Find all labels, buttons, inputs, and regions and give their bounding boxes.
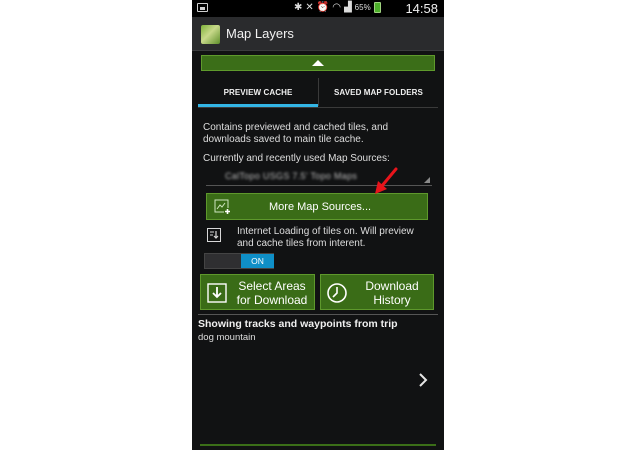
mute-icon: ✕ <box>305 2 314 13</box>
tab-bar: PREVIEW CACHE SAVED MAP FOLDERS <box>198 78 438 107</box>
status-bar: ✱ ✕ ⏰ ◠ ▟ 65% 14:58 <box>192 0 444 17</box>
clock-history-icon <box>327 283 347 303</box>
page-title: Map Layers <box>226 26 294 41</box>
trip-name: dog mountain <box>198 332 256 343</box>
map-add-icon <box>214 199 231 215</box>
download-history-label: Download History <box>365 279 419 307</box>
bluetooth-icon: ✱ <box>294 2 303 13</box>
map-sources-label: Currently and recently used Map Sources: <box>203 153 390 164</box>
internet-loading-status: Internet Loading of tiles on. Will previ… <box>237 226 414 249</box>
tab-preview-cache[interactable]: PREVIEW CACHE <box>198 78 318 106</box>
dropdown-corner-icon <box>424 177 430 183</box>
phone-screen: ✱ ✕ ⏰ ◠ ▟ 65% 14:58 Map Layers PREVIEW C… <box>192 0 444 450</box>
download-area-icon <box>207 283 227 303</box>
status-icons: ✱ ✕ ⏰ ◠ ▟ 65% <box>294 2 381 13</box>
selected-map-source: CalTopo USGS 7.5' Topo Maps <box>225 171 358 181</box>
more-map-sources-button[interactable]: More Map Sources... <box>206 193 428 220</box>
internet-download-icon <box>207 228 221 242</box>
chevron-up-icon <box>312 60 324 66</box>
tracks-heading: Showing tracks and waypoints from trip <box>198 318 398 330</box>
action-bar: Map Layers <box>192 17 444 51</box>
select-areas-button[interactable]: Select Areas for Download <box>200 274 315 310</box>
select-areas-label: Select Areas for Download <box>236 279 308 307</box>
collapse-panel-button[interactable] <box>201 55 435 71</box>
more-map-sources-label: More Map Sources... <box>269 201 372 213</box>
divider <box>198 314 438 315</box>
red-arrow-annotation <box>375 167 398 194</box>
divider <box>198 107 438 108</box>
battery-icon <box>373 2 381 13</box>
internet-loading-toggle[interactable]: ON <box>204 253 274 269</box>
chevron-right-icon[interactable] <box>418 373 428 387</box>
clock: 14:58 <box>405 1 438 16</box>
app-icon[interactable] <box>201 25 220 44</box>
toggle-on-label: ON <box>241 254 274 268</box>
signal-icon: ▟ <box>343 2 352 13</box>
notification-icon <box>197 3 208 12</box>
alarm-icon: ⏰ <box>316 2 330 13</box>
cache-description: Contains previewed and cached tiles, and… <box>203 122 389 145</box>
wifi-icon: ◠ <box>332 2 341 13</box>
download-history-button[interactable]: Download History <box>320 274 434 310</box>
battery-percent: 65% <box>354 3 371 12</box>
bottom-divider <box>200 444 436 446</box>
tab-saved-map-folders[interactable]: SAVED MAP FOLDERS <box>318 78 438 106</box>
